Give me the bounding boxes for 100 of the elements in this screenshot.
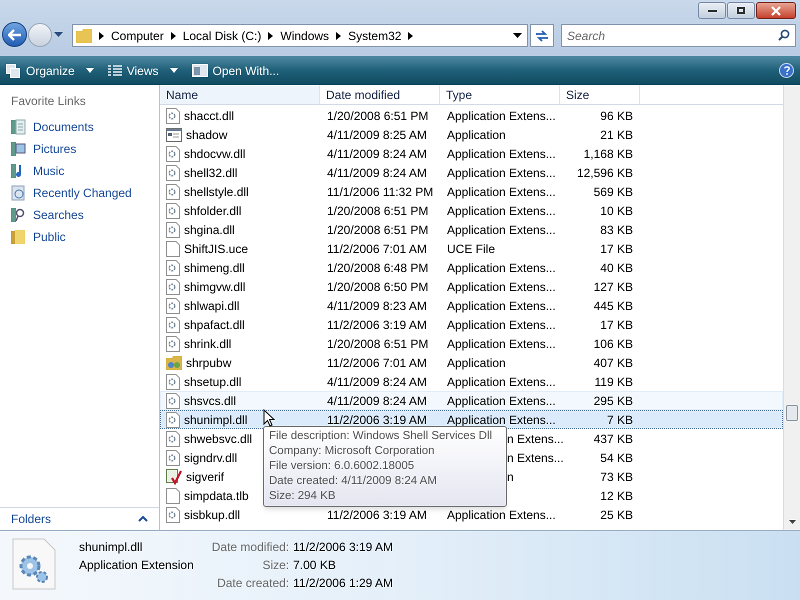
folders-bar[interactable]: Folders [0, 507, 159, 529]
window-icon [192, 64, 208, 77]
file-type: Application Extens... [447, 394, 556, 408]
sidebar-link[interactable]: Recently Changed [11, 182, 132, 204]
detail-label: Size: [261, 557, 290, 574]
file-name: shellstyle.dll [184, 184, 249, 200]
file-size: 73 KB [600, 470, 633, 484]
file-size: 25 KB [600, 508, 633, 522]
toolbar-button[interactable]: Views [108, 60, 178, 82]
date-modified: 1/20/2008 6:51 PM [327, 204, 428, 218]
file-name: shlwapi.dll [184, 298, 240, 314]
sidebar-link[interactable]: Music [11, 160, 64, 182]
clock-folder-icon [11, 185, 26, 201]
file-name: shadow [186, 126, 228, 144]
date-modified: 4/11/2009 8:25 AM [327, 128, 427, 142]
minimize-button[interactable] [698, 2, 726, 19]
close-button[interactable] [756, 2, 796, 19]
file-type: Application Extens... [447, 166, 556, 180]
column-header[interactable]: Size [560, 85, 640, 104]
breadcrumb-arrow-icon[interactable] [268, 32, 274, 40]
date-modified: 11/2/2006 3:19 AM [327, 318, 427, 332]
file-row[interactable]: shunimpl.dll 11/2/2006 3:19 AM Application Extens... 7 KB [160, 410, 783, 429]
breadcrumb-arrow-icon[interactable] [408, 32, 414, 40]
date-modified: 11/2/2006 7:01 AM [327, 242, 427, 256]
folders-label: Folders [11, 510, 52, 528]
file-type: Application Extens... [447, 108, 556, 122]
file-row[interactable]: shsvcs.dll 4/11/2009 8:24 AM Application Extens... 295 KB [160, 391, 783, 410]
gear-file-icon [166, 298, 180, 314]
file-type: UCE File [447, 242, 496, 256]
scrollbar[interactable] [783, 85, 800, 530]
list-view-icon [108, 64, 122, 76]
refresh-button[interactable] [530, 24, 554, 47]
folder-icon [11, 229, 26, 245]
collapse-chevron-icon [138, 516, 148, 522]
breadcrumb-arrow-icon[interactable] [99, 32, 104, 40]
blank-file-icon [166, 488, 180, 504]
tooltip-line: Date created: 4/11/2009 8:24 AM [269, 474, 437, 489]
file-size: 445 KB [594, 298, 633, 312]
back-button[interactable] [2, 22, 27, 47]
gear-file-icon [166, 108, 180, 124]
file-name: shsvcs.dll [184, 392, 236, 410]
address-bar[interactable]: Computer Local Disk (C:) Windows System32 [72, 24, 528, 47]
detail-value: 11/2/2006 1:29 AM [293, 575, 393, 592]
date-modified: 4/11/2009 8:24 AM [327, 394, 427, 408]
file-size: 40 KB [600, 260, 633, 274]
file-type: Application Extens... [447, 222, 556, 236]
scroll-down-arrow-icon[interactable] [789, 520, 796, 524]
sidebar-link[interactable]: Searches [11, 204, 84, 226]
gear-file-icon [166, 316, 180, 332]
dropdown-arrow-icon[interactable] [513, 33, 522, 38]
toolbar-button[interactable]: Open With... [192, 60, 280, 82]
date-modified: 1/20/2008 6:51 PM [327, 336, 428, 350]
file-size: 407 KB [594, 356, 633, 370]
breadcrumb-arrow-icon[interactable] [336, 32, 342, 40]
file-type: Application Extens... [447, 412, 556, 426]
blank-file-icon [166, 240, 180, 256]
date-modified: 11/2/2006 3:19 AM [327, 412, 427, 426]
tooltip-line: Size: 294 KB [269, 489, 336, 504]
search-field[interactable]: Search [561, 24, 796, 47]
file-type: Application [447, 128, 506, 142]
sidebar-link[interactable]: Pictures [11, 138, 76, 160]
checkmark-document-icon [166, 468, 182, 484]
tooltip-line: File version: 6.0.6002.18005 [269, 459, 414, 474]
file-type: Application Extens... [447, 336, 556, 350]
document-folder-icon [11, 119, 26, 135]
sidebar-link[interactable]: Documents [11, 116, 94, 138]
breadcrumb[interactable]: Computer [111, 26, 164, 44]
file-type: Application Extens... [447, 146, 556, 160]
gear-file-icon [166, 278, 180, 294]
restore-button[interactable] [727, 2, 755, 19]
gear-file-icon [166, 146, 180, 162]
date-modified: 1/20/2008 6:50 PM [327, 280, 428, 294]
toolbar-button[interactable]: Organize [6, 60, 94, 82]
file-name: shrpubw [186, 354, 232, 372]
date-modified: 1/20/2008 6:51 PM [327, 108, 428, 122]
file-size: 127 KB [594, 280, 633, 294]
column-header[interactable]: Name [160, 85, 320, 104]
sidebar-heading: Favorite Links [11, 93, 87, 110]
sidebar-link[interactable]: Public [11, 226, 66, 248]
file-name: shdocvw.dll [184, 146, 246, 162]
tooltip-line: File description: Windows Shell Services Dll [269, 429, 492, 444]
gear-file-icon [166, 164, 180, 180]
breadcrumb[interactable]: System32 [348, 26, 402, 44]
file-type: n Extens... [507, 432, 564, 446]
file-name: sisbkup.dll [184, 506, 240, 524]
column-header[interactable]: Type [440, 85, 560, 104]
file-name: shwebsvc.dll [184, 430, 252, 448]
scrollbar-thumb[interactable] [786, 405, 798, 421]
breadcrumb[interactable]: Local Disk (C:) [182, 26, 262, 44]
gear-file-icon [166, 222, 180, 238]
file-name: shrink.dll [184, 336, 232, 352]
file-size: 54 KB [600, 450, 633, 464]
file-type: n [507, 470, 514, 484]
gear-file-icon [166, 412, 180, 428]
date-modified: 1/20/2008 6:48 PM [327, 260, 428, 274]
breadcrumb-arrow-icon[interactable] [170, 32, 176, 40]
column-header[interactable]: Date modified [320, 85, 440, 104]
breadcrumb[interactable]: Windows [280, 26, 330, 44]
help-icon[interactable] [779, 63, 794, 78]
file-size: 83 KB [600, 222, 633, 236]
